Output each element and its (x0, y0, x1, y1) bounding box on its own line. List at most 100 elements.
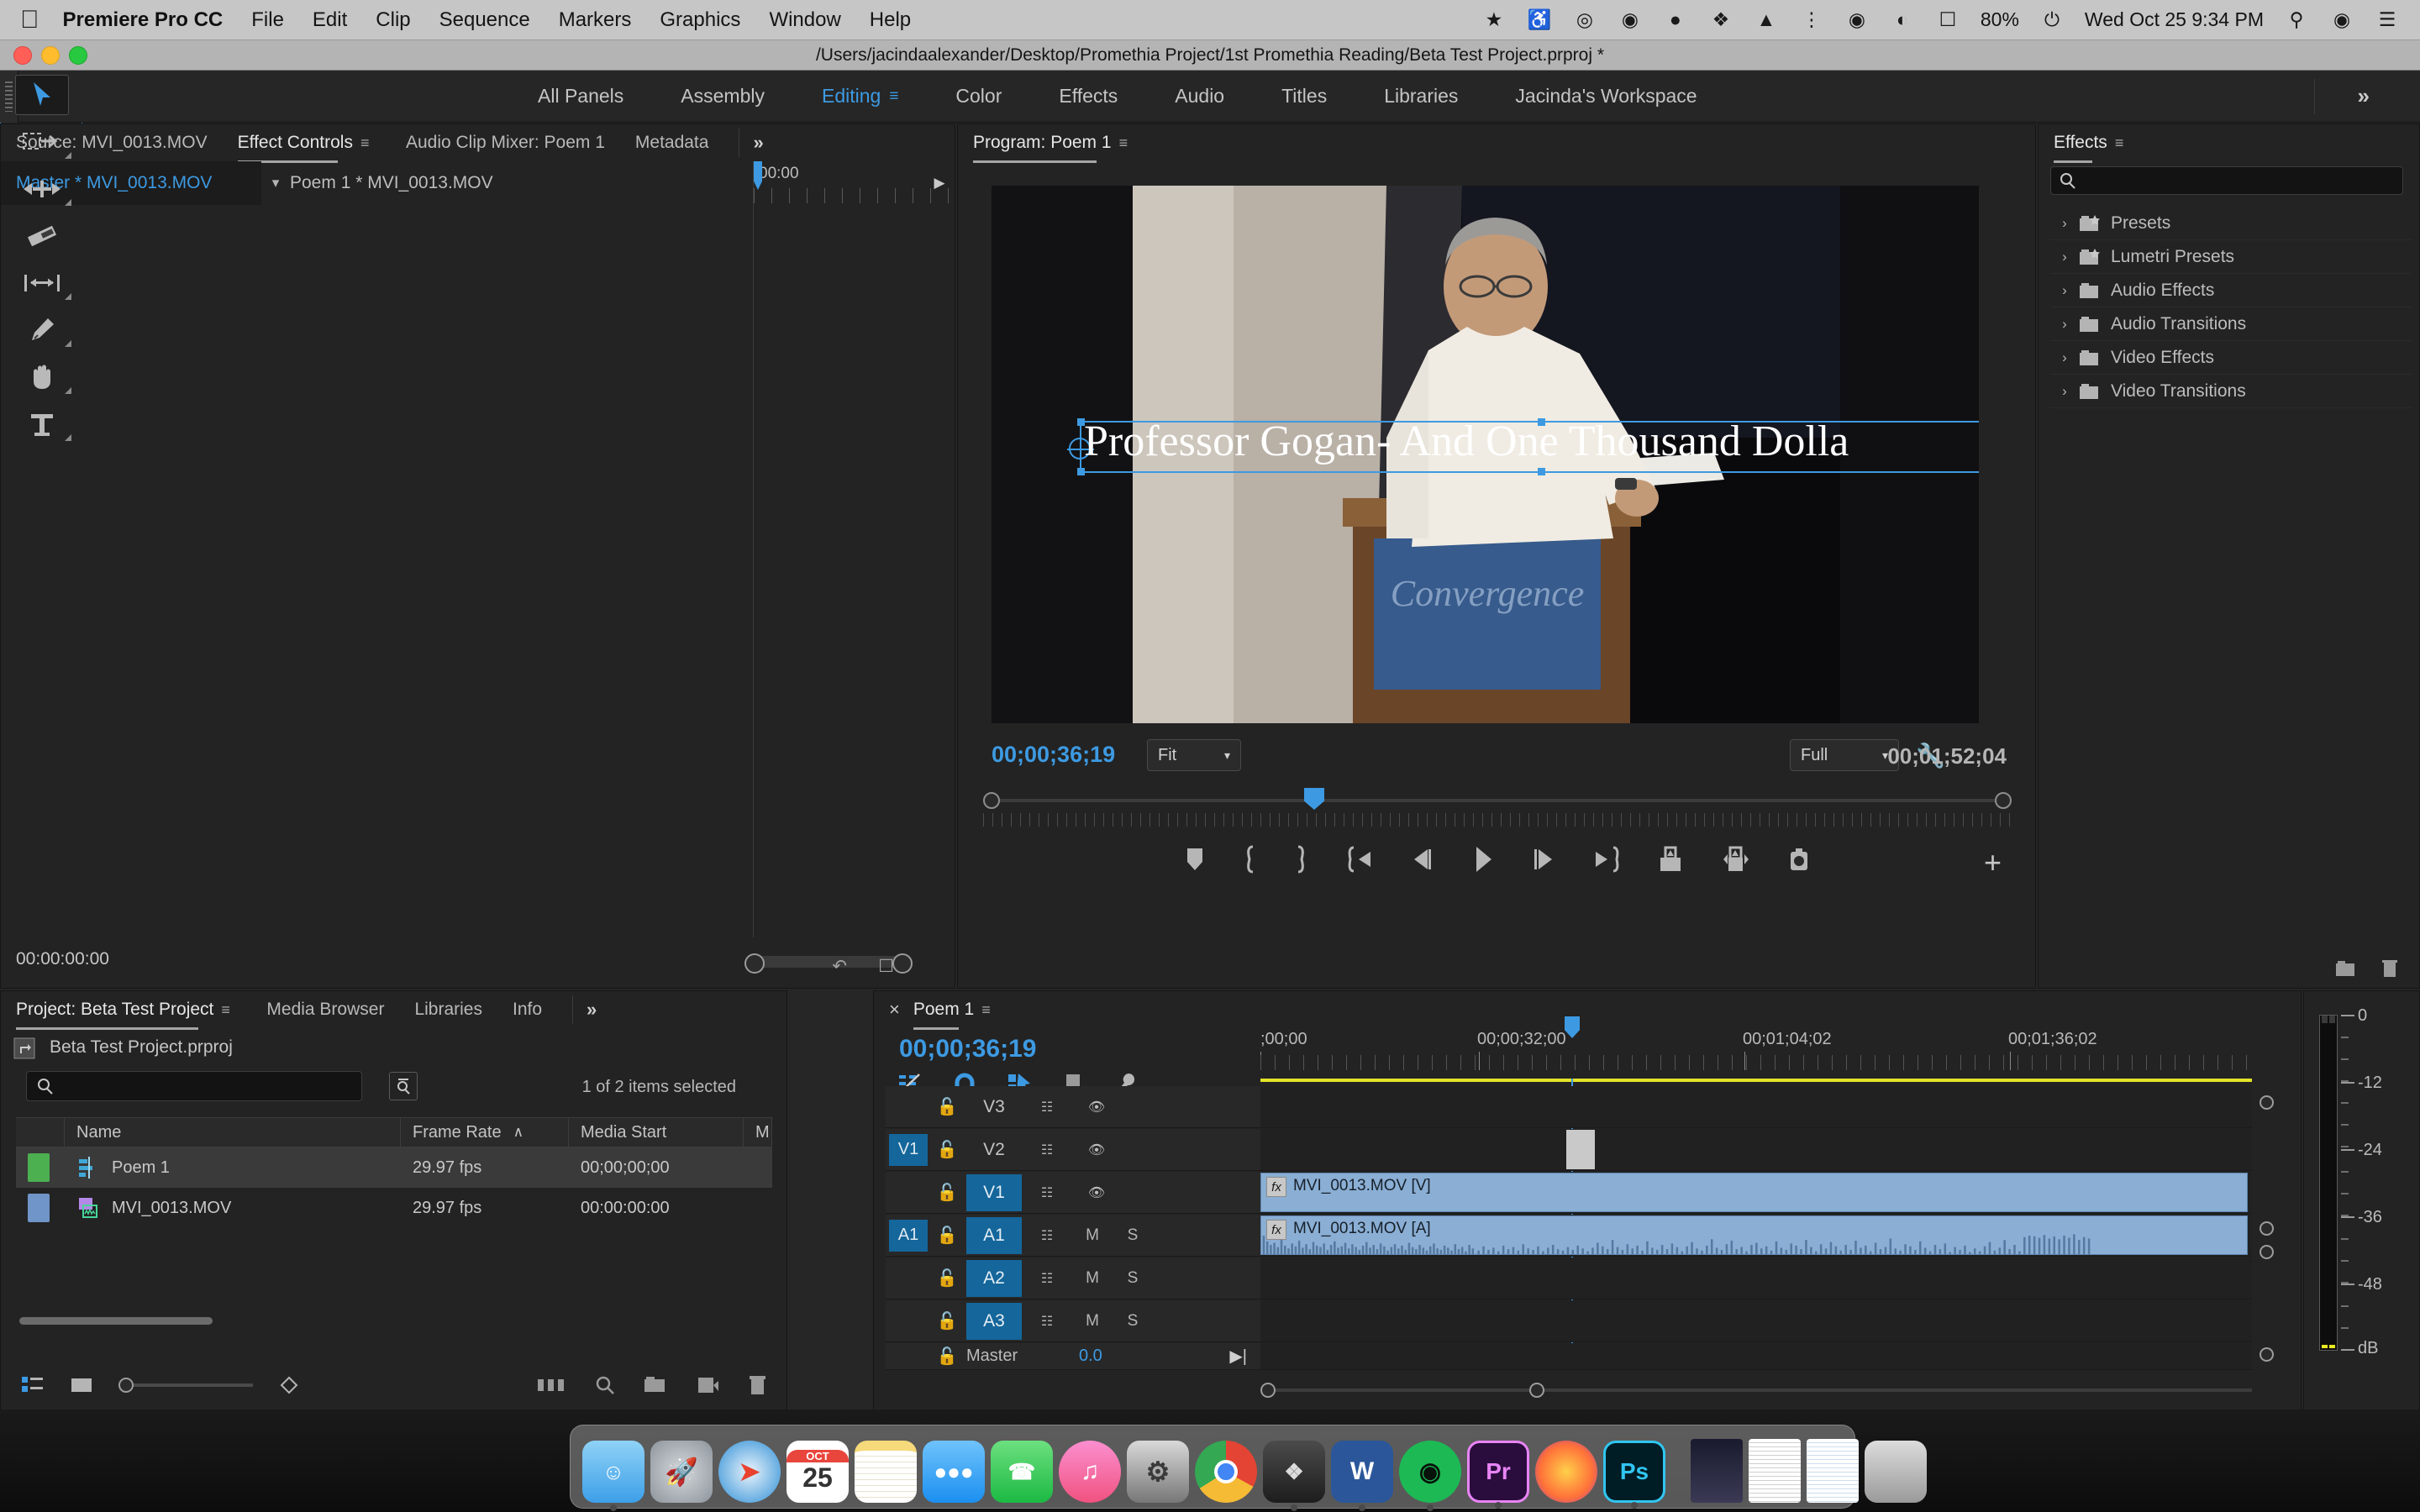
timeline-scroll-right-handle[interactable] (1529, 1383, 1544, 1398)
eye-icon[interactable]: 👁 (1072, 1099, 1121, 1116)
sync-lock-icon[interactable]: ☷ (1022, 1270, 1072, 1287)
table-row[interactable]: Poem 1 29.97 fps 00;00;00;00 (16, 1147, 772, 1188)
add-marker-button[interactable] (1184, 847, 1206, 872)
pen-tool[interactable] (1, 307, 83, 354)
track-name-v2[interactable]: V2 (966, 1131, 1022, 1168)
grid-icon[interactable]: ⋮ (1799, 8, 1824, 33)
list-icon[interactable]: ☰ (2375, 8, 2400, 33)
program-scrub-playhead[interactable] (1304, 788, 1324, 810)
menu-edit[interactable]: Edit (313, 8, 347, 32)
effect-controls-menu-icon[interactable]: ≡ (360, 134, 376, 152)
effects-item-audio-transitions[interactable]: › Audio Transitions (2050, 307, 2412, 341)
airplay-icon[interactable]: ☐ (1935, 8, 1960, 33)
new-item-icon[interactable] (696, 1375, 719, 1395)
effect-controls-playhead[interactable] (754, 161, 762, 190)
timeline-render-bar[interactable] (1260, 1079, 2252, 1082)
effects-item-presets[interactable]: › Presets (2050, 207, 2412, 240)
dock-finder[interactable]: ☺ (582, 1441, 644, 1503)
track-name-v1[interactable]: V1 (966, 1174, 1022, 1211)
dock-launchpad[interactable]: 🚀 (650, 1441, 713, 1503)
flyout-indicator[interactable] (65, 387, 71, 394)
timeline-scroll-left-handle[interactable] (1260, 1383, 1276, 1398)
workspace-tab-jacindas-workspace[interactable]: Jacinda's Workspace (1486, 85, 1725, 108)
search-icon[interactable]: ⚲ (2284, 8, 2309, 33)
parent-bin-icon[interactable] (13, 1035, 36, 1060)
column-name[interactable]: Name (65, 1117, 401, 1147)
track-header-v3[interactable]: 🔓 V3 ☷ 👁 (886, 1086, 1260, 1128)
source-patch-v1[interactable]: V1 (889, 1134, 928, 1166)
eye-icon[interactable]: 👁 (1072, 1184, 1121, 1201)
menu-clip[interactable]: Clip (376, 8, 410, 32)
dock-itunes[interactable]: ♫ (1059, 1441, 1121, 1503)
workspace-tab-effects[interactable]: Effects (1030, 85, 1146, 108)
apple-menu-icon[interactable]:  (20, 8, 39, 33)
button-editor-button[interactable]: + (1984, 845, 2002, 880)
column-media-end[interactable]: M (744, 1117, 772, 1147)
dock-chrome[interactable] (1195, 1441, 1257, 1503)
list-view-icon[interactable] (21, 1375, 45, 1395)
creative-cloud-icon[interactable]: ◉ (1618, 8, 1643, 33)
lock-icon[interactable]: 🔓 (928, 1139, 966, 1160)
go-to-out-button[interactable] (1592, 846, 1621, 873)
timeline-menu-icon[interactable]: ≡ (981, 1001, 997, 1019)
program-zoom-level-select[interactable]: Fit ▾ (1147, 739, 1241, 771)
chevron-right-icon[interactable]: › (2050, 349, 2079, 366)
effects-item-video-effects[interactable]: › Video Effects (2050, 341, 2412, 375)
new-bin-icon[interactable] (2335, 959, 2357, 978)
lock-icon[interactable]: 🔓 (928, 1225, 966, 1246)
go-to-in-button[interactable] (1345, 846, 1374, 873)
effect-controls-overflow-icon[interactable]: » (753, 132, 763, 154)
project-find-button[interactable] (389, 1072, 418, 1100)
timeline-clip-video[interactable]: fx MVI_0013.MOV [V] (1260, 1173, 2248, 1212)
dock-calendar[interactable]: OCT 25 (786, 1441, 849, 1503)
cloud-upload-icon[interactable]: ▲ (1754, 8, 1779, 33)
track-header-v2[interactable]: V1 🔓 V2 ☷ 👁 (886, 1129, 1260, 1171)
step-forward-button[interactable] (1530, 847, 1557, 872)
effects-panel-menu-icon[interactable]: ≡ (2115, 134, 2130, 152)
audio-meter-channels[interactable] (2319, 1015, 2338, 1351)
razor-tool[interactable] (1, 213, 83, 260)
flyout-indicator[interactable] (65, 293, 71, 300)
zoom-slider[interactable] (118, 1383, 253, 1387)
track-header-a2[interactable]: 🔓 A2 ☷ M S (886, 1257, 1260, 1299)
program-time-ruler[interactable] (983, 813, 2012, 827)
tab-effect-controls[interactable]: Effect Controls (238, 133, 353, 153)
effects-search-input[interactable] (2083, 171, 2369, 190)
workspace-tab-editing[interactable]: Editing (793, 85, 881, 108)
tab-info[interactable]: Info (513, 1000, 542, 1020)
effect-controls-mini-timeline[interactable]: 00:00 (753, 161, 956, 937)
automate-to-sequence-icon[interactable] (538, 1376, 566, 1394)
chevron-right-icon[interactable]: › (2050, 316, 2079, 333)
track-body-master[interactable] (1260, 1343, 2252, 1370)
dock-spotify[interactable]: ◉ (1399, 1441, 1461, 1503)
selection-tool[interactable] (1, 71, 83, 118)
project-horizontal-scrollbar[interactable] (19, 1317, 213, 1325)
dock-notes[interactable] (855, 1441, 917, 1503)
tab-media-browser[interactable]: Media Browser (266, 1000, 384, 1020)
table-row[interactable]: MVI_0013.MOV 29.97 fps 00:00:00:00 (16, 1188, 772, 1228)
rocket-icon[interactable]: ★ (1481, 8, 1507, 33)
track-header-a1[interactable]: A1 🔓 A1 ☷ M S (886, 1215, 1260, 1257)
tab-audio-clip-mixer[interactable]: Audio Clip Mixer: Poem 1 (406, 133, 605, 153)
freeform-icon[interactable] (278, 1375, 300, 1395)
chevron-right-icon[interactable]: › (2050, 215, 2079, 232)
dock-firefox[interactable] (1535, 1441, 1597, 1503)
workspace-tab-all-panels[interactable]: All Panels (509, 85, 652, 108)
program-scrub-left-handle[interactable] (983, 792, 1000, 809)
track-name-a1[interactable]: A1 (966, 1217, 1022, 1254)
mark-out-button[interactable] (1293, 845, 1310, 874)
track-zoom-handle-bottom[interactable] (2260, 1347, 2274, 1362)
flyout-indicator[interactable] (65, 340, 71, 347)
headphones-icon[interactable]: ♿ (1527, 8, 1552, 33)
workspace-menu-icon[interactable]: ≡ (889, 87, 898, 106)
solo-button-a3[interactable]: S (1113, 1312, 1153, 1331)
dock-microsoft-word[interactable]: W (1331, 1441, 1393, 1503)
dock-safari[interactable]: ➤ (718, 1441, 781, 1503)
track-zoom-handle-mid[interactable] (2260, 1221, 2274, 1236)
ripple-edit-tool[interactable] (1, 165, 83, 213)
track-body-v1[interactable]: fx MVI_0013.MOV [V] (1260, 1172, 2252, 1214)
dropper-icon[interactable]: ● (1663, 8, 1688, 33)
menu-markers[interactable]: Markers (559, 8, 632, 32)
program-playback-resolution-select[interactable]: Full ▾ (1790, 739, 1899, 771)
delete-icon[interactable] (2381, 958, 2399, 979)
